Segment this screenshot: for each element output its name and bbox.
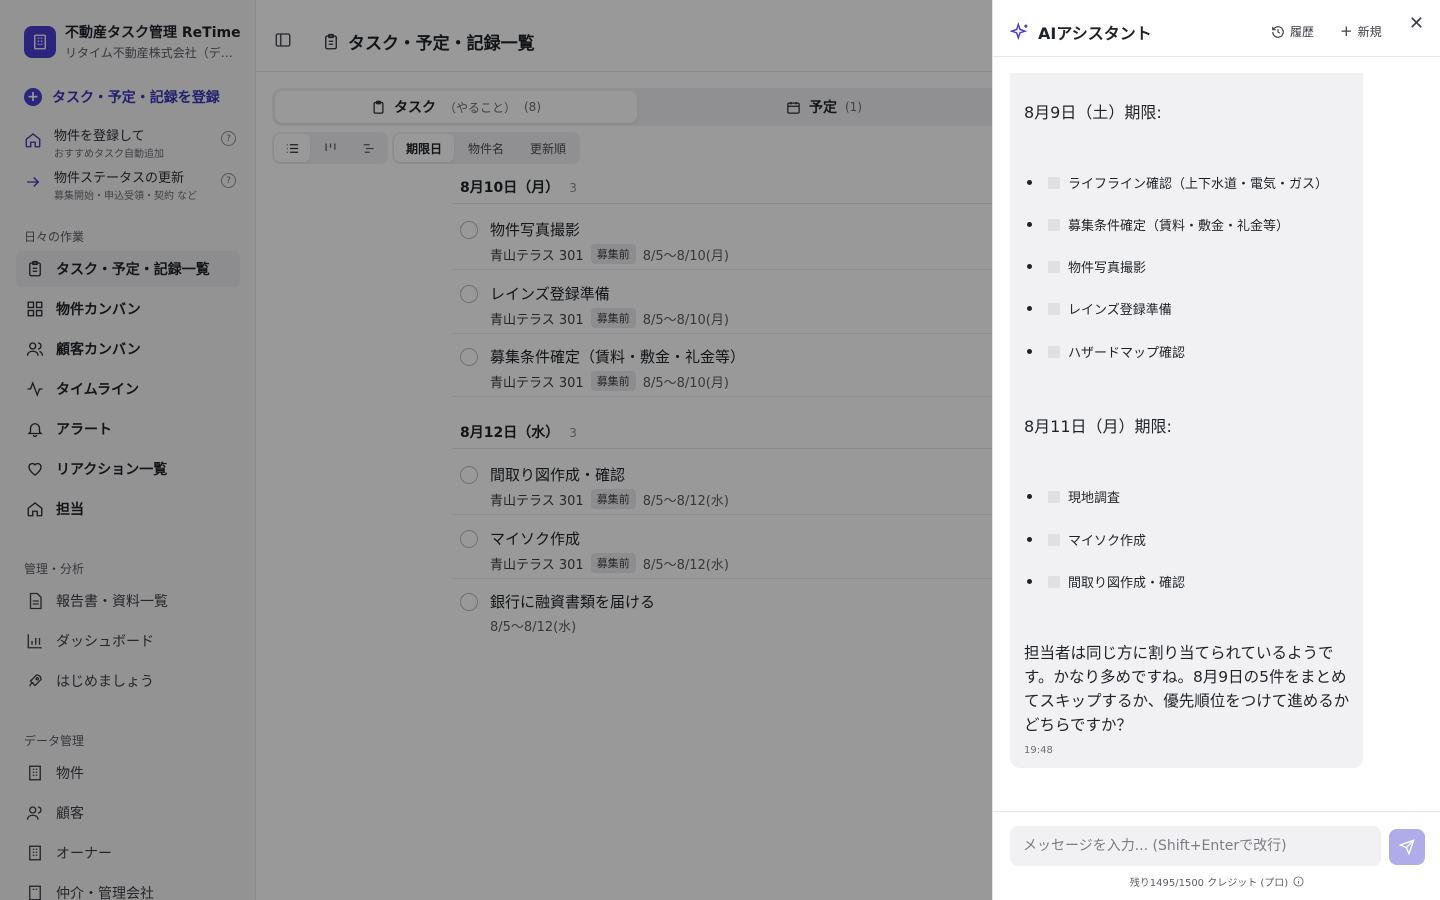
checkbox-icon <box>1048 575 1060 588</box>
message-section-title: 8月11日（月）期限: <box>1024 417 1172 436</box>
chat-area[interactable]: 8月9日（土）期限: ライフライン確認（上下水道・電気・ガス） 募集条件確定（賃… <box>993 58 1440 810</box>
checkbox-icon <box>1048 260 1060 273</box>
close-icon[interactable]: ✕ <box>1409 15 1424 33</box>
message-section-title: 8月9日（土）期限: <box>1024 103 1162 122</box>
checkbox-icon <box>1048 533 1060 546</box>
checkbox-icon <box>1048 176 1060 189</box>
plus-icon: + <box>1340 22 1353 40</box>
message-list-item: ライフライン確認（上下水道・電気・ガス） <box>1024 173 1328 192</box>
panel-header: AIアシスタント 履歴 + 新規 ✕ <box>993 0 1440 57</box>
history-button[interactable]: 履歴 <box>1271 23 1314 40</box>
checkbox-icon <box>1048 302 1060 315</box>
message-list-item: レインズ登録準備 <box>1024 299 1172 318</box>
info-icon[interactable] <box>1293 876 1304 887</box>
message-list-item: ハザードマップ確認 <box>1024 342 1185 361</box>
history-label: 履歴 <box>1290 25 1315 39</box>
credits-text: 残り1495/1500 クレジット (プロ) <box>1129 878 1289 889</box>
sparkles-icon <box>1010 22 1028 41</box>
ai-assistant-panel: AIアシスタント 履歴 + 新規 ✕ 8月9日（土）期限: ライフライン確認（上… <box>992 0 1440 900</box>
new-chat-button[interactable]: + 新規 <box>1340 23 1382 40</box>
modal-overlay[interactable] <box>0 0 992 900</box>
message-list-item: 物件写真撮影 <box>1024 257 1146 276</box>
assistant-message: 8月9日（土）期限: ライフライン確認（上下水道・電気・ガス） 募集条件確定（賃… <box>1010 73 1363 768</box>
credits-info: 残り1495/1500 クレジット (プロ) <box>993 874 1440 889</box>
message-timestamp: 19:48 <box>1024 745 1053 756</box>
new-chat-label: 新規 <box>1357 25 1382 39</box>
message-list-item: 募集条件確定（賃料・敷金・礼金等） <box>1024 215 1289 234</box>
message-input[interactable] <box>1010 826 1381 866</box>
message-list-item: 間取り図作成・確認 <box>1024 572 1185 591</box>
send-button[interactable] <box>1389 829 1425 865</box>
composer: 残り1495/1500 クレジット (プロ) <box>993 811 1440 900</box>
panel-title: AIアシスタント <box>1010 20 1152 44</box>
message-list-item: 現地調査 <box>1024 487 1120 506</box>
history-icon <box>1272 25 1284 38</box>
checkbox-icon <box>1048 218 1060 231</box>
message-list-item: マイソク作成 <box>1024 530 1146 549</box>
panel-title-text: AIアシスタント <box>1038 24 1152 43</box>
send-icon <box>1399 839 1415 855</box>
checkbox-icon <box>1048 490 1060 503</box>
message-paragraph: 担当者は同じ方に割り当てられているようです。かなり多めですね。8月9日の5件をま… <box>1024 644 1350 734</box>
checkbox-icon <box>1048 345 1060 358</box>
